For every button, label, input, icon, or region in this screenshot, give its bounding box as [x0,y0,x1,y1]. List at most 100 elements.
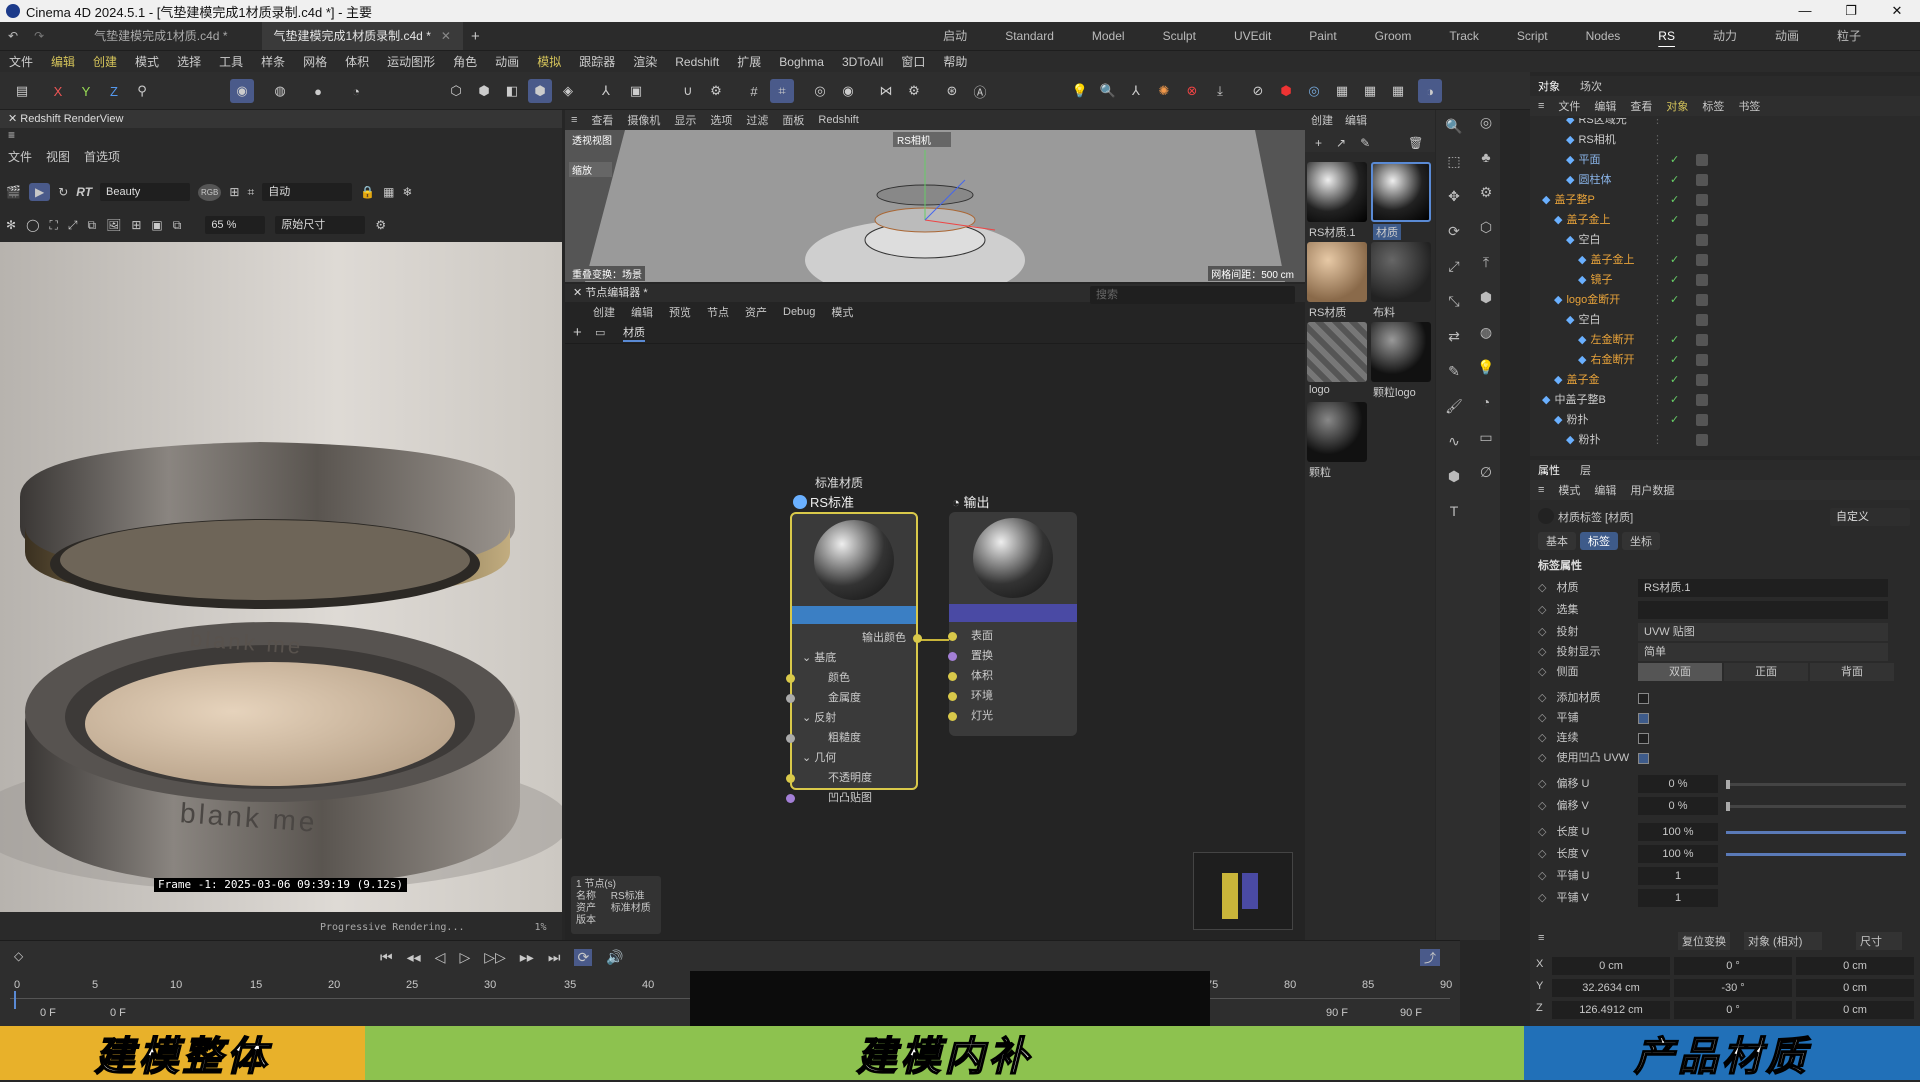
add-snapshot-icon[interactable]: ⊞ [131,218,141,232]
offset_u-slider[interactable] [1726,780,1906,789]
pos-field[interactable]: 32.2634 cm [1552,979,1670,997]
layout-tab-4[interactable]: UVEdit [1215,22,1290,50]
circle-icon[interactable]: ◯ [26,218,39,232]
trash-icon[interactable]: 🗑 [1408,136,1423,150]
vp-menu-item-0[interactable]: 查看 [591,112,613,128]
offset_u-field[interactable]: 0 % [1638,775,1718,793]
side-option-0[interactable]: 双面 [1638,663,1722,681]
rv-menu-item-0[interactable]: 文件 [8,148,32,165]
visibility-dots-icon[interactable]: ⋮ [1652,330,1663,350]
tag-icon[interactable] [1696,194,1708,206]
port-color[interactable]: 颜色 [786,668,916,688]
obj-menu-0[interactable]: 文件 [1558,98,1580,114]
rs-standard-node[interactable]: 输出颜色 ⌄ 基底 颜色 金属度 ⌄ 反射 粗糙度 ⌄ 几何 不透明度 凹凸贴图 [786,512,922,804]
object-row[interactable]: ◆ 左金断开 ⋮ ✓ [1530,330,1920,350]
checkbox[interactable] [1638,753,1649,764]
keyframe-diamond-icon[interactable]: ◇ [1538,826,1546,838]
mat-menu-0[interactable]: 创建 [1311,112,1333,128]
menu-item-2[interactable]: 创建 [84,53,126,70]
menu-item-11[interactable]: 动画 [486,53,528,70]
offset_v-slider[interactable] [1726,802,1906,811]
rot-field[interactable]: -30 ° [1674,979,1792,997]
menu-item-17[interactable]: Boghma [770,55,833,69]
enable-check-icon[interactable]: ✓ [1670,290,1679,310]
model-icon[interactable]: ⬢ [528,79,552,103]
layout-tab-2[interactable]: Model [1073,22,1144,50]
keyframe-diamond-icon[interactable]: ◇ [1538,752,1546,764]
material-label-3[interactable]: 布料 [1373,304,1395,320]
menu-item-12[interactable]: 模拟 [528,53,570,70]
cam-icon[interactable]: ▭ [1474,425,1498,449]
play-render-icon[interactable]: ▶ [28,183,51,201]
sun-icon[interactable]: ✺ [1152,79,1176,103]
rv-menu-item-2[interactable]: 首选项 [84,148,120,165]
attr-menu-1[interactable]: 编辑 [1594,482,1616,498]
tag-icon[interactable] [1696,214,1708,226]
object-row[interactable]: ◆ 圆柱体 ⋮ ✓ [1530,170,1920,190]
undo-icon[interactable]: ↶ [0,29,26,43]
tag-icon[interactable] [1696,314,1708,326]
layout-tab-6[interactable]: Groom [1356,22,1431,50]
tag-icon[interactable] [1696,374,1708,386]
group-reflection[interactable]: ⌄ 反射 [792,708,916,728]
magnet-icon[interactable]: ∪ [676,79,700,103]
enable-check-icon[interactable]: ✓ [1670,210,1679,230]
material-thumb-6[interactable] [1307,402,1367,462]
generator-icon[interactable]: ♣ [1474,145,1498,169]
layout-tab-13[interactable]: 粒子 [1818,22,1880,50]
deformer-icon[interactable]: ⊛ [940,79,964,103]
keyframe-diamond-icon[interactable]: ◇ [1538,778,1546,790]
projdisplay-select[interactable]: 简单 [1638,643,1888,661]
object-name[interactable]: 左金断开 [1590,334,1634,346]
crop-icon[interactable]: ⌗ [247,185,254,200]
panel-menu-icon[interactable]: ≡ [0,128,562,146]
render-queue-icon[interactable]: ◔ [344,79,368,103]
keyframe-diamond-icon[interactable]: ◇ [1538,800,1546,812]
layout-tab-11[interactable]: 动力 [1694,22,1756,50]
visibility-dots-icon[interactable]: ⋮ [1652,290,1663,310]
audio-icon[interactable]: 🔊 [606,949,623,966]
menu-item-19[interactable]: 窗口 [892,53,934,70]
object-name[interactable]: RS相机 [1578,134,1615,146]
points-icon[interactable]: ⬡ [444,79,468,103]
layout-tab-1[interactable]: Standard [986,22,1073,50]
material-thumb-4[interactable] [1307,322,1367,382]
deform-icon[interactable]: ⚙ [1474,180,1498,204]
node-minimap[interactable] [1193,852,1293,930]
close-icon[interactable]: ✕ [1874,0,1920,22]
layout-tab-10[interactable]: RS [1639,22,1694,50]
coordinate-icon[interactable]: ⚲ [130,79,154,103]
rgb-icon[interactable]: RGB [198,183,222,201]
coord-mode-select[interactable]: 对象 (相对) [1744,932,1823,950]
object-row[interactable]: ◆ logo金断开 ⋮ ✓ [1530,290,1920,310]
attr-subtab-0[interactable]: 基本 [1538,532,1576,550]
menu-item-5[interactable]: 工具 [210,53,252,70]
redshift-cube-icon[interactable]: ⬢ [1274,79,1298,103]
render-icon[interactable]: ◍ [268,79,292,103]
selection-field[interactable] [1638,601,1888,619]
tag-icon[interactable] [1696,234,1708,246]
pipette-icon[interactable]: ✎ [1360,136,1370,150]
menu-item-7[interactable]: 网格 [294,53,336,70]
axis-y-icon[interactable]: Y [74,79,98,103]
keyframe-diamond-icon[interactable]: ◇ [1538,732,1546,744]
time-start[interactable]: 0 F [40,1007,56,1019]
doc-tab-2[interactable]: 气垫建模完成1材质录制.c4d * ✕ [261,22,463,50]
panel-close-icon[interactable]: ✕ [8,113,20,125]
object-name[interactable]: logo金断开 [1566,294,1620,306]
port-roughness[interactable]: 粗糙度 [786,728,916,748]
menu-item-20[interactable]: 帮助 [934,53,976,70]
paint-icon[interactable]: 🖌 [1442,394,1466,418]
layout-tab-3[interactable]: Sculpt [1144,22,1215,50]
object-row[interactable]: ◆ 粉扑 ⋮ ✓ [1530,410,1920,430]
refresh-icon[interactable]: ↻ [58,185,68,199]
tag-icon[interactable] [1696,354,1708,366]
length_v-slider[interactable] [1726,853,1906,856]
object-row[interactable]: ◆ 粉扑 ⋮ [1530,430,1920,450]
tile_v-field[interactable]: 1 [1638,889,1718,907]
menu-item-14[interactable]: 渲染 [624,53,666,70]
visibility-dots-icon[interactable]: ⋮ [1652,310,1663,330]
time-current[interactable]: 0 F [110,1007,126,1019]
goto-end-icon[interactable]: ⏭ [548,949,561,966]
object-name[interactable]: 右金断开 [1590,354,1634,366]
